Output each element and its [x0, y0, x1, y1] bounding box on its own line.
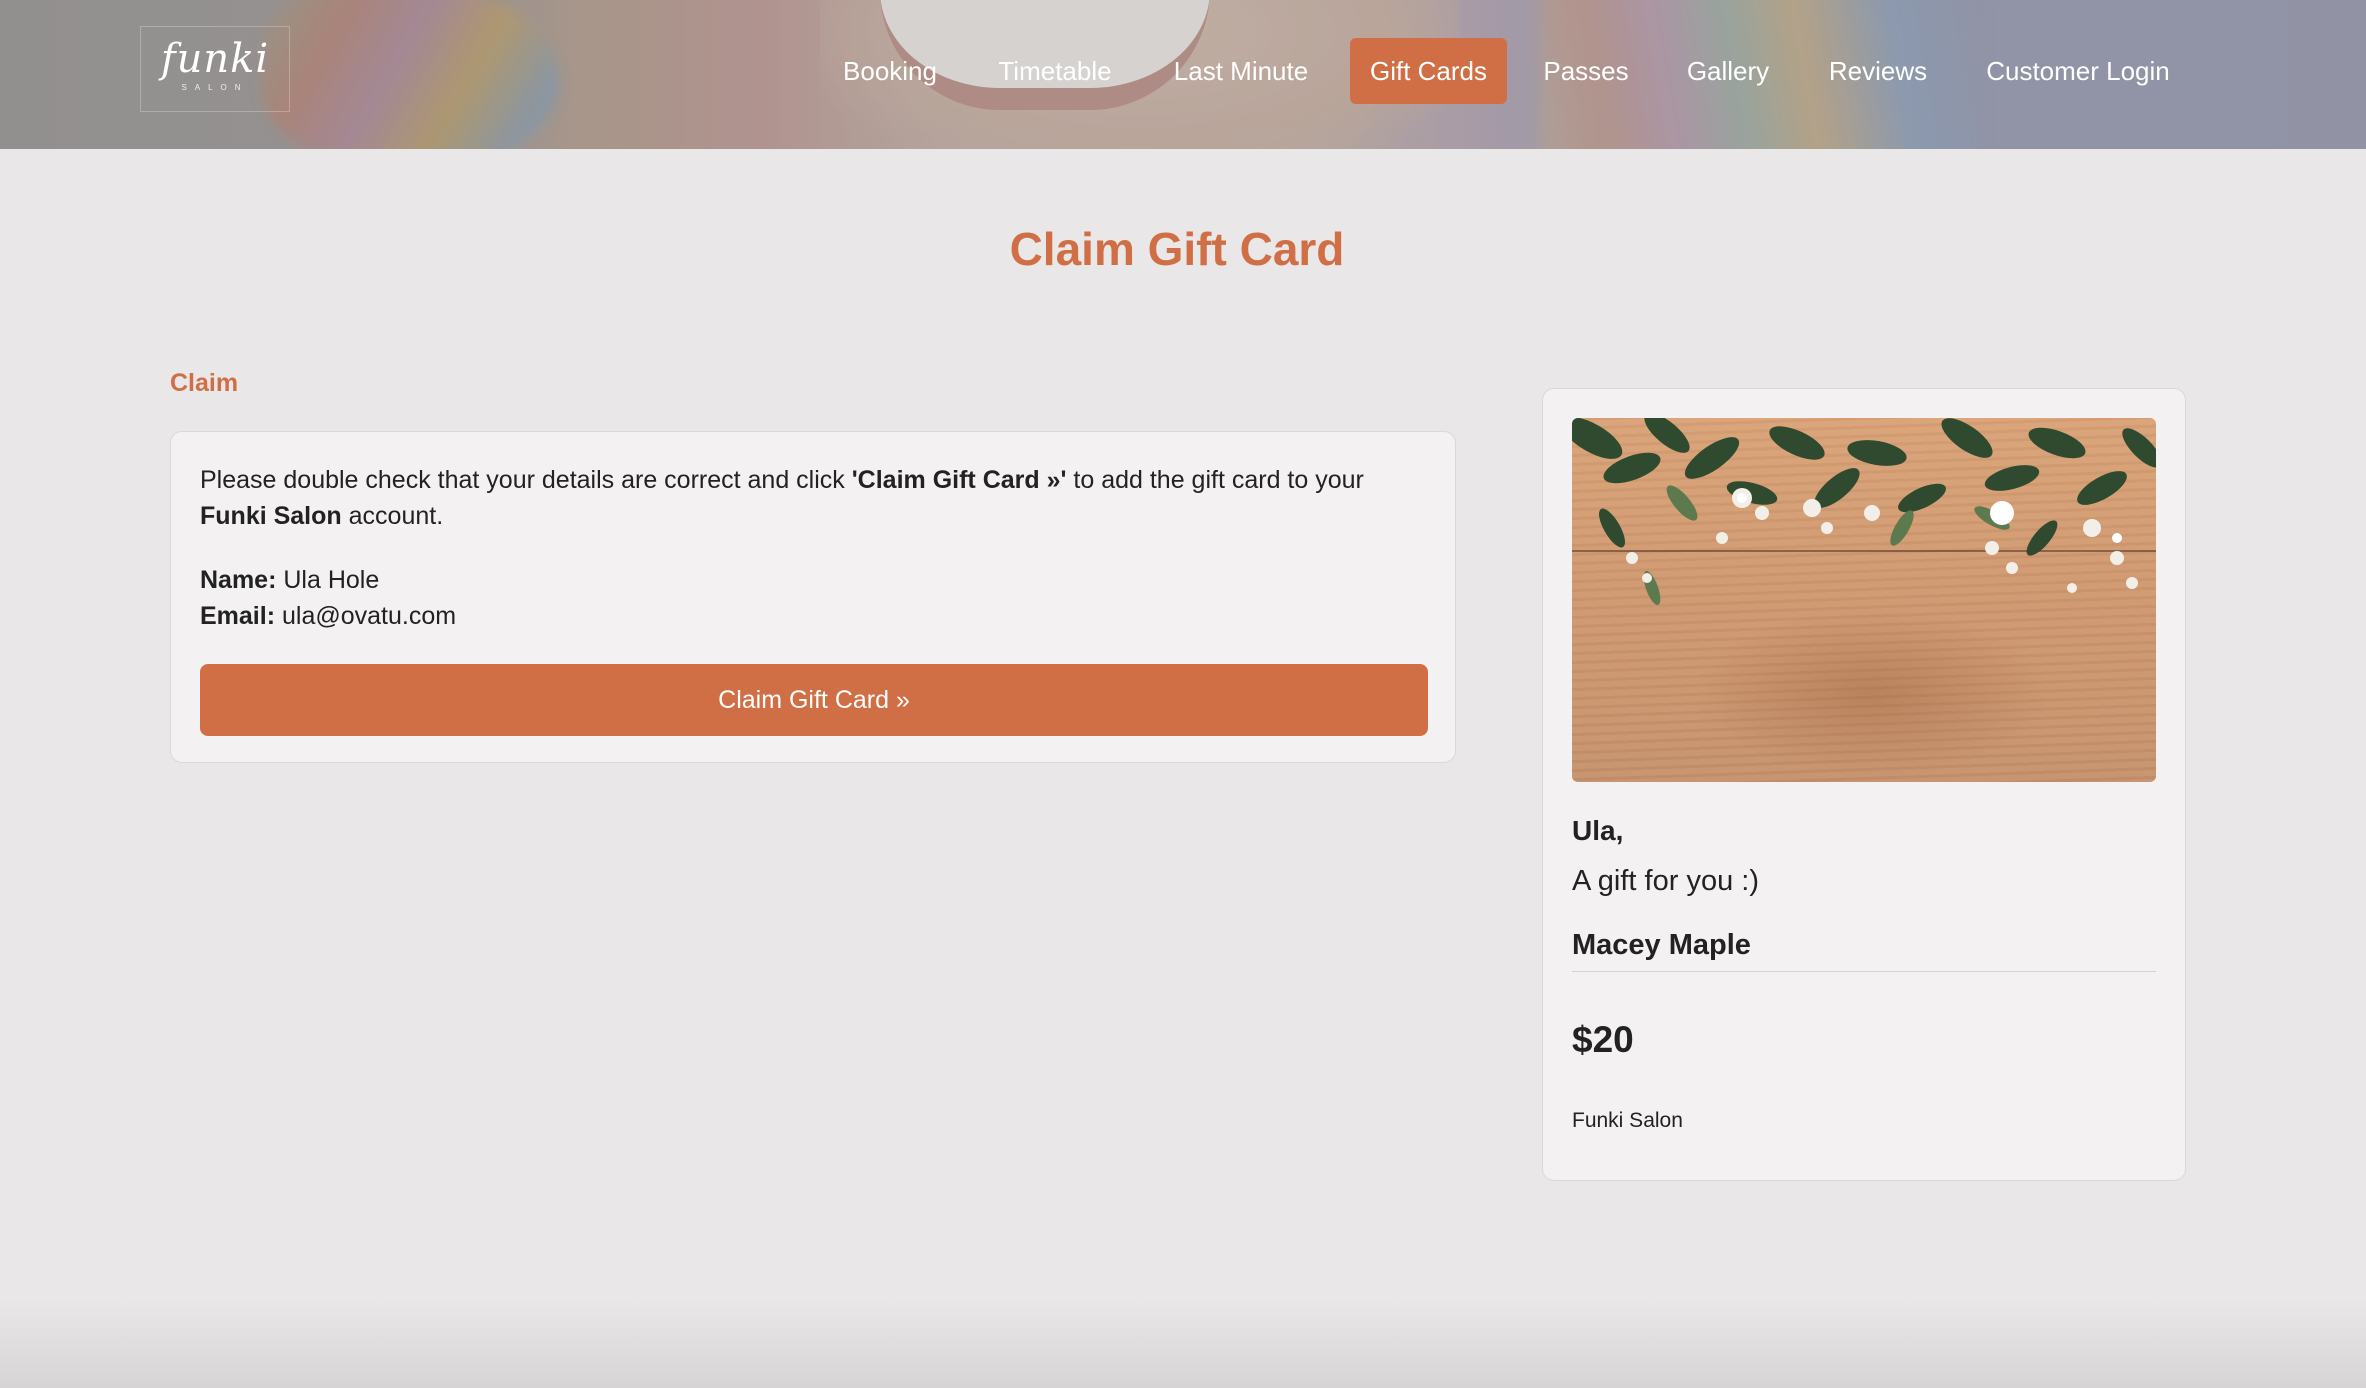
email-detail: Email: ula@ovatu.com — [200, 598, 456, 634]
claim-panel: Please double check that your details ar… — [170, 431, 1456, 763]
page-title: Claim Gift Card — [1009, 223, 1345, 275]
instruction-text-3: account. — [341, 502, 444, 530]
nav-gallery[interactable]: Gallery — [1672, 38, 1784, 104]
instruction-button-ref: 'Claim Gift Card »' — [851, 466, 1067, 494]
instruction-text-2: to add the gift card to your — [1066, 466, 1364, 494]
nav-customer-login[interactable]: Customer Login — [1978, 38, 2178, 104]
claim-gift-card-button[interactable]: Claim Gift Card » — [200, 664, 1428, 736]
nav-gift-cards[interactable]: Gift Cards — [1350, 38, 1507, 104]
nav-reviews[interactable]: Reviews — [1822, 38, 1934, 104]
gift-card-preview: Ula, A gift for you :) Macey Maple $20 F… — [1542, 388, 2186, 1181]
name-value: Ula Hole — [283, 566, 380, 594]
instruction-text-1: Please double check that your details ar… — [200, 466, 852, 494]
instruction-salon-name: Funki Salon — [200, 502, 342, 530]
name-detail: Name: Ula Hole — [200, 562, 379, 598]
gift-amount: $20 — [1572, 1019, 1634, 1060]
nav-timetable[interactable]: Timetable — [984, 38, 1126, 104]
nav-booking[interactable]: Booking — [830, 38, 950, 104]
flower-garland-illustration — [1572, 418, 2156, 606]
claim-section-label: Claim — [170, 369, 239, 397]
name-label: Name: — [200, 566, 277, 594]
gift-salon-name: Funki Salon — [1572, 1109, 1683, 1132]
nav-last-minute[interactable]: Last Minute — [1164, 38, 1318, 104]
site-header: funki SALON Booking Timetable Last Minut… — [0, 0, 2366, 149]
claim-instructions: Please double check that your details ar… — [200, 462, 1430, 534]
gift-recipient: Ula, — [1572, 815, 1624, 846]
gift-sender: Macey Maple — [1572, 929, 1751, 961]
email-value: ula@ovatu.com — [281, 602, 457, 630]
footer-shadow — [0, 1300, 2366, 1388]
flowers-on-wood-image — [1572, 418, 2156, 782]
main-nav: Booking Timetable Last Minute Gift Cards… — [0, 38, 2366, 104]
nav-passes[interactable]: Passes — [1536, 38, 1636, 104]
email-label: Email: — [200, 602, 276, 630]
gift-message: A gift for you :) — [1572, 865, 1759, 897]
gift-divider — [1572, 971, 2156, 972]
